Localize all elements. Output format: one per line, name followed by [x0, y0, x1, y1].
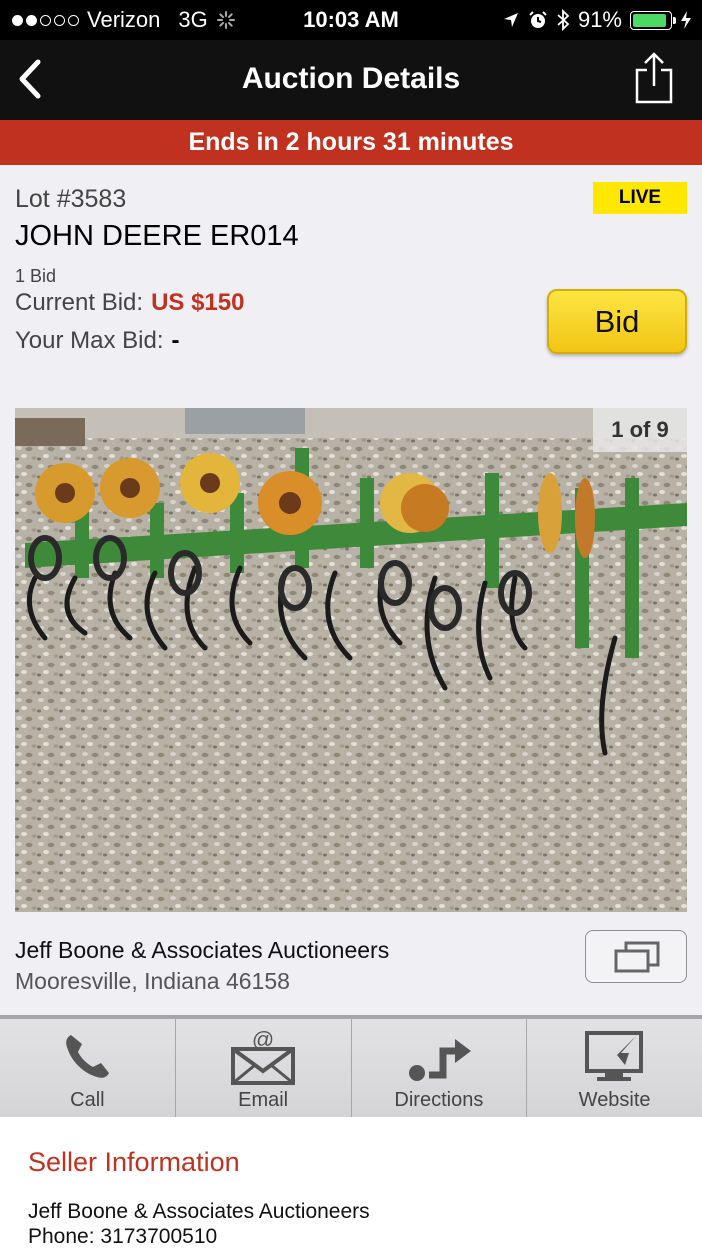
share-icon[interactable] [634, 50, 674, 105]
seller-information-name: Jeff Boone & Associates Auctioneers [28, 1200, 370, 1223]
charging-bolt-icon [681, 11, 691, 29]
directions-button[interactable]: Directions [351, 1019, 528, 1117]
email-button[interactable]: @ Email [175, 1019, 352, 1117]
lot-number: Lot #3583 [15, 185, 127, 213]
seller-name: Jeff Boone & Associates Auctioneers [15, 937, 390, 963]
bid-count: 1 Bid [15, 266, 57, 286]
phone-icon [66, 1035, 110, 1078]
location-arrow-icon [503, 13, 518, 27]
lot-summary: Lot #3583 JOHN DEERE ER014 LIVE 1 Bid Cu… [0, 165, 702, 400]
status-bar: Verizon 3G 10:03 AM 91% [0, 0, 702, 40]
battery-icon [630, 10, 676, 30]
contact-action-bar: Call @ Email Directions Website [0, 1015, 702, 1117]
page-title: Auction Details [241, 62, 461, 95]
photo-gallery-icon [614, 941, 660, 973]
email-icon: @ [231, 1029, 296, 1085]
lot-photo[interactable]: 1 of 9 [15, 408, 687, 912]
call-label: Call [70, 1089, 105, 1111]
seller-information-heading: Seller Information [28, 1147, 240, 1177]
website-icon [584, 1031, 643, 1081]
bid-button[interactable]: Bid [547, 289, 687, 354]
current-bid-row: Current Bid: US $150 [15, 289, 244, 317]
seller-summary: Jeff Boone & Associates Auctioneers Moor… [0, 912, 702, 1015]
max-bid-value: - [171, 327, 180, 354]
alarm-icon [529, 11, 547, 28]
email-label: Email [238, 1089, 289, 1111]
lot-title: JOHN DEERE ER014 [15, 220, 299, 252]
current-bid-value: US $150 [151, 289, 245, 316]
photo-counter: 1 of 9 [593, 408, 687, 452]
current-bid-label: Current Bid: [15, 289, 144, 316]
cultivator-photo-illustration [15, 408, 687, 912]
battery-percent: 91% [577, 7, 622, 32]
seller-phone[interactable]: Phone: 3173700510 [28, 1225, 217, 1249]
directions-label: Directions [394, 1089, 484, 1111]
website-label: Website [578, 1089, 651, 1111]
call-button[interactable]: Call [0, 1019, 176, 1117]
seller-location: Mooresville, Indiana 46158 [15, 968, 290, 994]
live-badge: LIVE [593, 182, 687, 214]
max-bid-label: Your Max Bid: [15, 327, 164, 354]
svg-text:@: @ [252, 1029, 274, 1052]
directions-icon [408, 1039, 471, 1081]
photo-gallery-button[interactable] [585, 930, 687, 983]
auction-countdown-banner: Ends in 2 hours 31 minutes [0, 120, 702, 165]
max-bid-row: Your Max Bid: - [15, 327, 180, 355]
navigation-bar: Auction Details [0, 40, 702, 120]
seller-information-section: Seller Information Jeff Boone & Associat… [0, 1117, 702, 1250]
bluetooth-icon [557, 9, 570, 31]
website-button[interactable]: Website [527, 1019, 702, 1117]
